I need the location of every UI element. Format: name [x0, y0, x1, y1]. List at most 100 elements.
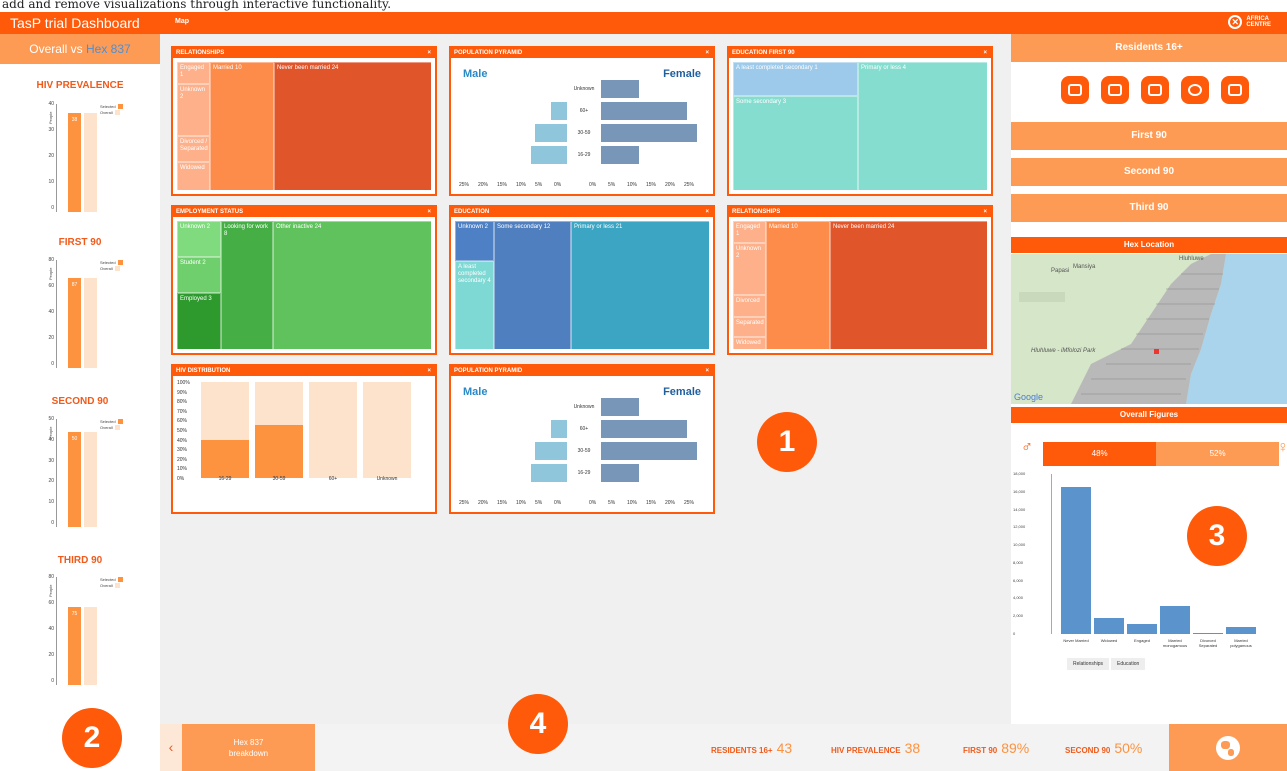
- treemap-cell[interactable]: Other inactive 24: [273, 221, 431, 349]
- gender-icon[interactable]: [1181, 76, 1209, 104]
- panel-population-pyramid-2[interactable]: POPULATION PYRAMID × Male Female Unknown 60+…: [449, 364, 715, 514]
- stat-value: 43: [776, 740, 793, 756]
- treemap-cell[interactable]: Unknown 2: [455, 221, 494, 261]
- overall-bar[interactable]: [1193, 633, 1223, 634]
- close-icon[interactable]: ×: [427, 207, 431, 217]
- treemap-cell[interactable]: Some secondary 12: [494, 221, 571, 349]
- overall-bar[interactable]: [1226, 626, 1256, 634]
- hiv-bar[interactable]: [255, 425, 303, 478]
- panel-education-first-90[interactable]: EDUCATION FIRST 90 × A least completed se…: [727, 46, 993, 196]
- male-bar[interactable]: [535, 124, 567, 142]
- overall-bar[interactable]: [1061, 487, 1091, 634]
- overall-bar[interactable]: [1160, 606, 1190, 634]
- y-tick: 10%: [177, 466, 188, 473]
- treemap-cell[interactable]: Divorced / Separated: [177, 136, 210, 162]
- close-icon[interactable]: ×: [705, 366, 709, 376]
- hex-breakdown-button[interactable]: Hex 837 breakdown: [182, 724, 315, 771]
- panel-title: RELATIONSHIPS: [732, 209, 781, 215]
- treemap-cell[interactable]: Married 10: [210, 62, 274, 190]
- treemap-cell[interactable]: Engaged 1: [177, 62, 210, 84]
- treemap-cell[interactable]: Looking for work 8: [221, 221, 273, 349]
- y-axis-label: People: [48, 426, 53, 439]
- header-hex[interactable]: Hex 837: [86, 42, 131, 56]
- panel-education[interactable]: EDUCATION × Unknown 2 A least completed s…: [449, 205, 715, 355]
- stat-label: HIV PREVALENCE: [831, 746, 901, 755]
- close-icon[interactable]: ×: [705, 207, 709, 217]
- male-bar[interactable]: [551, 102, 567, 120]
- hex-location-map[interactable]: Papasi Mansiya Hluhluwe Hluhluwe - iMfol…: [1011, 254, 1287, 404]
- tab-relationships[interactable]: Relationships: [1067, 658, 1110, 670]
- panel-hiv-distribution[interactable]: HIV DISTRIBUTION × 100% 90% 80% 70% 60% 50% 40%…: [171, 364, 437, 514]
- residents-button[interactable]: Residents 16+: [1011, 34, 1287, 62]
- treemap-cell[interactable]: Widowed: [177, 162, 210, 190]
- mini-chart-title: SECOND 90: [51, 396, 109, 407]
- female-bar[interactable]: [601, 398, 640, 416]
- female-bar[interactable]: [601, 124, 697, 142]
- x-tick: 0%: [589, 500, 597, 506]
- male-bar[interactable]: [551, 420, 567, 438]
- money-icon[interactable]: [1221, 76, 1249, 104]
- panel-population-pyramid-1[interactable]: POPULATION PYRAMID × Male Female Unknown 60+…: [449, 46, 715, 196]
- male-bar[interactable]: [535, 442, 567, 460]
- panel-relationships-1[interactable]: RELATIONSHIPS × Engaged 1 Unknown 2 Divor…: [171, 46, 437, 196]
- treemap-cell[interactable]: Primary or less 4: [858, 62, 987, 190]
- male-bar[interactable]: [531, 464, 567, 482]
- panel-title: POPULATION PYRAMID: [454, 50, 523, 56]
- treemap-cell[interactable]: Unknown 2: [177, 84, 210, 136]
- treemap-cell[interactable]: Unknown 2: [177, 221, 221, 257]
- overall-figures-chart: 18,000 16,000 14,000 12,000 10,000 8,000 6,000…: [1011, 470, 1287, 670]
- panel-employment-status[interactable]: EMPLOYMENT STATUS × Unknown 2 Student 2 E…: [171, 205, 437, 355]
- tab-education[interactable]: Education: [1111, 658, 1146, 670]
- y-tick: 50: [48, 416, 54, 422]
- treemap-cell[interactable]: Unknown 2: [733, 243, 766, 295]
- y-tick: 20: [48, 153, 54, 159]
- bar-chart-icon[interactable]: [1101, 76, 1129, 104]
- treemap-cell[interactable]: Primary or less 21: [571, 221, 709, 349]
- treemap-cell[interactable]: Student 2: [177, 257, 221, 293]
- overall-bar[interactable]: [1127, 624, 1157, 634]
- globe-button[interactable]: [1169, 724, 1287, 771]
- treemap-cell[interactable]: A least completed secondary 1: [733, 62, 858, 96]
- male-bar[interactable]: [531, 146, 567, 164]
- selected-value: 38: [71, 117, 78, 124]
- treemap-cell[interactable]: Some secondary 3: [733, 96, 858, 190]
- female-bar[interactable]: [601, 442, 697, 460]
- treemap-cell[interactable]: A least completed secondary 4: [455, 261, 494, 349]
- first-90-button[interactable]: First 90: [1011, 122, 1287, 150]
- stat-residents: RESIDENTS 16+ 43: [711, 740, 792, 756]
- people-icon[interactable]: [1061, 76, 1089, 104]
- x-tick: Divorced Separated: [1198, 638, 1218, 648]
- second-90-button[interactable]: Second 90: [1011, 158, 1287, 186]
- female-bar[interactable]: [601, 146, 640, 164]
- x-tick: 20%: [665, 182, 676, 188]
- y-tick: 10,000: [1013, 542, 1026, 548]
- treemap-cell[interactable]: Employed 3: [177, 293, 221, 349]
- close-icon[interactable]: ×: [705, 48, 709, 58]
- female-bar[interactable]: [601, 102, 688, 120]
- x-tick: 0%: [589, 182, 597, 188]
- close-icon[interactable]: ×: [427, 366, 431, 376]
- back-arrow-icon[interactable]: ‹: [160, 724, 182, 771]
- female-bar[interactable]: [601, 420, 688, 438]
- overall-bar[interactable]: [1094, 618, 1124, 634]
- hiv-bar[interactable]: [201, 439, 249, 478]
- treemap-cell[interactable]: Engaged 1: [733, 221, 766, 243]
- close-icon[interactable]: ×: [427, 48, 431, 58]
- female-bar[interactable]: [601, 464, 640, 482]
- treemap-cell[interactable]: Married 10: [766, 221, 830, 349]
- close-icon[interactable]: ×: [983, 48, 987, 58]
- treemap-cell[interactable]: Never been married 24: [274, 62, 431, 190]
- close-icon[interactable]: ×: [983, 207, 987, 217]
- female-bar[interactable]: [601, 80, 640, 98]
- panel-relationships-2[interactable]: RELATIONSHIPS × Engaged 1 Unknown 2 Divor…: [727, 205, 993, 355]
- map-tab[interactable]: Map: [175, 18, 189, 25]
- selected-bar: [68, 113, 81, 212]
- treemap-cell[interactable]: Widowed: [733, 337, 766, 349]
- bottom-bar: ‹ Hex 837 breakdown 4 RESIDENTS 16+ 43 HI…: [160, 694, 1287, 771]
- graduation-cap-icon[interactable]: [1141, 76, 1169, 104]
- x-tick: 25%: [684, 500, 695, 506]
- third-90-button[interactable]: Third 90: [1011, 194, 1287, 222]
- treemap-cell[interactable]: Divorced: [733, 295, 766, 317]
- treemap-cell[interactable]: Separated: [733, 317, 766, 337]
- treemap-cell[interactable]: Never been married 24: [830, 221, 987, 349]
